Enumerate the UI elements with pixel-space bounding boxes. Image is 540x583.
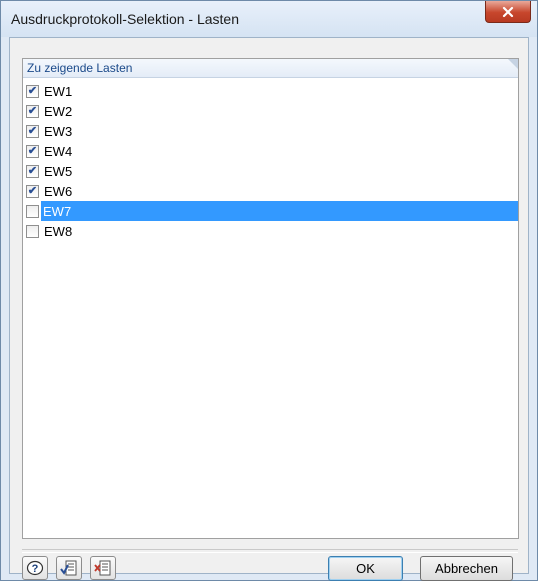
listbox-header-label: Zu zeigende Lasten — [27, 61, 133, 75]
list-item[interactable]: ✔ EW1 — [23, 81, 518, 101]
list-item[interactable]: ✔ EW6 — [23, 181, 518, 201]
list-item[interactable]: EW7 — [23, 201, 518, 221]
load-label: EW5 — [44, 163, 73, 179]
divider — [22, 549, 518, 553]
close-button[interactable] — [485, 1, 531, 23]
svg-text:?: ? — [32, 563, 39, 575]
load-checkbox[interactable]: ✔ — [26, 164, 39, 178]
load-label: EW3 — [44, 123, 73, 139]
loads-listbox[interactable]: Zu zeigende Lasten ✔ EW1 ✔ EW2 ✔ EW3 ✔ EW4 ✔ EW5 ✔… — [22, 58, 519, 539]
select-all-icon — [60, 560, 77, 576]
load-checkbox[interactable] — [26, 224, 39, 238]
dialog-window: Ausdruckprotokoll-Selektion - Lasten Zu … — [0, 0, 538, 581]
load-list: ✔ EW1 ✔ EW2 ✔ EW3 ✔ EW4 ✔ EW5 ✔ EW6 EW7 EW8 — [23, 81, 518, 241]
load-label: EW2 — [44, 103, 73, 119]
close-icon — [502, 6, 514, 17]
load-checkbox[interactable] — [26, 204, 39, 218]
deselect-all-button[interactable] — [90, 556, 116, 580]
checkmark-icon: ✔ — [27, 84, 38, 97]
load-checkbox[interactable]: ✔ — [26, 84, 39, 98]
cancel-button[interactable]: Abbrechen — [420, 556, 513, 581]
load-label: EW4 — [44, 143, 73, 159]
checkmark-icon: ✔ — [27, 164, 38, 177]
list-item[interactable]: ✔ EW4 — [23, 141, 518, 161]
load-checkbox[interactable]: ✔ — [26, 144, 39, 158]
header-corner — [508, 59, 518, 69]
checkmark-icon: ✔ — [27, 144, 38, 157]
checkmark-icon: ✔ — [27, 124, 38, 137]
window-title: Ausdruckprotokoll-Selektion - Lasten — [11, 11, 240, 27]
list-item[interactable]: ✔ EW5 — [23, 161, 518, 181]
load-label: EW8 — [44, 223, 73, 239]
list-item[interactable]: EW8 — [23, 221, 518, 241]
load-label: EW6 — [44, 183, 73, 199]
load-checkbox[interactable]: ✔ — [26, 184, 39, 198]
deselect-all-icon — [94, 560, 111, 576]
load-label: EW7 — [41, 201, 518, 221]
listbox-header: Zu zeigende Lasten — [23, 59, 518, 78]
dialog-body: Zu zeigende Lasten ✔ EW1 ✔ EW2 ✔ EW3 ✔ EW4 ✔ EW5 ✔… — [9, 37, 529, 581]
load-checkbox[interactable]: ✔ — [26, 124, 39, 138]
checkmark-icon: ✔ — [27, 184, 38, 197]
help-icon: ? — [26, 560, 44, 576]
title-bar[interactable]: Ausdruckprotokoll-Selektion - Lasten — [1, 1, 537, 37]
load-label: EW1 — [44, 83, 73, 99]
load-checkbox[interactable]: ✔ — [26, 104, 39, 118]
list-item[interactable]: ✔ EW3 — [23, 121, 518, 141]
ok-button[interactable]: OK — [328, 556, 403, 581]
help-button[interactable]: ? — [22, 556, 48, 580]
select-all-button[interactable] — [56, 556, 82, 580]
list-item[interactable]: ✔ EW2 — [23, 101, 518, 121]
checkmark-icon: ✔ — [27, 104, 38, 117]
